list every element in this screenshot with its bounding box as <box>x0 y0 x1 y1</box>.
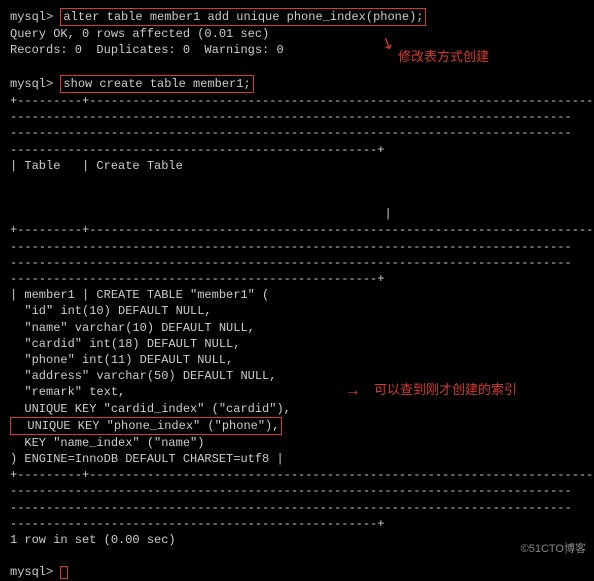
create-table-line: | member1 | CREATE TABLE "member1" ( <box>10 287 584 303</box>
create-col-cardid: "cardid" int(18) DEFAULT NULL, <box>10 336 584 352</box>
create-key-name: KEY "name_index" ("name") <box>10 435 584 451</box>
watermark: ©51CTO博客 <box>521 542 586 557</box>
annotation-2: 可以查到刚才创建的索引 <box>374 381 517 399</box>
separator-end: ----------------------------------------… <box>10 142 584 158</box>
separator-cont2: ----------------------------------------… <box>10 255 584 271</box>
records-line: Records: 0 Duplicates: 0 Warnings: 0 <box>10 42 584 58</box>
header-end: | <box>10 206 584 222</box>
command-2-highlight: show create table member1; <box>60 75 253 93</box>
mysql-prompt: mysql> <box>10 10 53 24</box>
create-col-phone: "phone" int(11) DEFAULT NULL, <box>10 352 584 368</box>
separator-cont: ----------------------------------------… <box>10 239 584 255</box>
query-ok: Query OK, 0 rows affected (0.01 sec) <box>10 26 584 42</box>
separator: +---------+-----------------------------… <box>10 222 584 238</box>
blank-line <box>10 548 584 564</box>
separator-end: ----------------------------------------… <box>10 271 584 287</box>
separator-cont: ----------------------------------------… <box>10 109 584 125</box>
separator-cont2: ----------------------------------------… <box>10 500 584 516</box>
create-engine: ) ENGINE=InnoDB DEFAULT CHARSET=utf8 | <box>10 451 584 467</box>
command-1-highlight: alter table member1 add unique phone_ind… <box>60 8 426 26</box>
separator: +---------+-----------------------------… <box>10 467 584 483</box>
annotation-1: 修改表方式创建 <box>398 48 489 66</box>
prompt-line-1: mysql> alter table member1 add unique ph… <box>10 8 584 26</box>
table-header: | Table | Create Table <box>10 158 584 174</box>
mysql-prompt: mysql> <box>10 77 53 91</box>
arrow-icon-2: → <box>348 381 358 403</box>
create-key-cardid: UNIQUE KEY "cardid_index" ("cardid"), <box>10 401 584 417</box>
blank-line <box>10 174 584 190</box>
create-col-id: "id" int(10) DEFAULT NULL, <box>10 303 584 319</box>
mysql-prompt: mysql> <box>10 565 53 579</box>
prompt-line-3: mysql> <box>10 564 584 580</box>
separator-cont: ----------------------------------------… <box>10 483 584 499</box>
blank-line <box>10 59 584 75</box>
separator-end: ----------------------------------------… <box>10 516 584 532</box>
blank-line <box>10 190 584 206</box>
separator-cont2: ----------------------------------------… <box>10 125 584 141</box>
command-1[interactable]: alter table member1 add unique phone_ind… <box>63 10 423 24</box>
command-2[interactable]: show create table member1; <box>63 77 250 91</box>
prompt-line-2: mysql> show create table member1; <box>10 75 584 93</box>
create-col-name: "name" varchar(10) DEFAULT NULL, <box>10 320 584 336</box>
separator: +---------+-----------------------------… <box>10 93 584 109</box>
create-key-phone-wrap: UNIQUE KEY "phone_index" ("phone"), <box>10 417 584 435</box>
rowcount: 1 row in set (0.00 sec) <box>10 532 584 548</box>
phone-index-highlight: UNIQUE KEY "phone_index" ("phone"), <box>10 417 282 435</box>
create-key-phone: UNIQUE KEY "phone_index" ("phone"), <box>13 419 279 433</box>
cursor[interactable] <box>60 566 68 579</box>
